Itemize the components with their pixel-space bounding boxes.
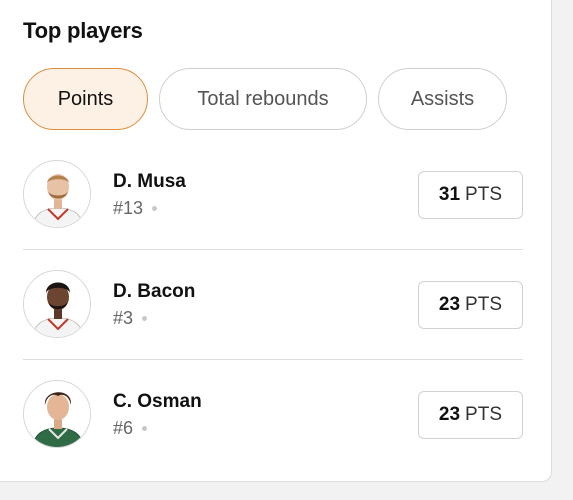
jersey-number: #13 bbox=[113, 198, 144, 218]
jersey-number: #6 bbox=[113, 418, 134, 438]
card-title: Top players bbox=[23, 18, 143, 43]
tab-points[interactable]: Points bbox=[23, 68, 148, 130]
player-number: #13 bbox=[113, 198, 158, 219]
player-number: #3 bbox=[113, 308, 148, 329]
player-avatar bbox=[23, 380, 91, 448]
stat-value: 31 bbox=[438, 184, 461, 205]
stat-unit: PTS bbox=[465, 294, 502, 315]
player-name: D. Bacon bbox=[113, 281, 196, 302]
player-avatar bbox=[23, 270, 91, 338]
stat-unit: PTS bbox=[465, 404, 502, 425]
player-name: C. Osman bbox=[113, 391, 202, 412]
player-row[interactable]: C. Osman #6 23 PTS bbox=[23, 360, 523, 470]
tab-assists[interactable]: Assists bbox=[378, 68, 507, 130]
separator-dot bbox=[142, 426, 148, 431]
stat-value: 23 bbox=[438, 294, 461, 315]
stat-badge: 23 PTS bbox=[417, 391, 523, 439]
jersey-number: #3 bbox=[113, 308, 134, 328]
stat-unit: PTS bbox=[465, 184, 502, 205]
player-name: D. Musa bbox=[113, 171, 186, 192]
player-avatar bbox=[23, 160, 91, 228]
separator-dot bbox=[152, 206, 158, 211]
stat-tabs: Points Total rebounds Assists bbox=[23, 68, 507, 130]
player-row[interactable]: D. Bacon #3 23 PTS bbox=[23, 250, 523, 360]
player-number: #6 bbox=[113, 418, 148, 439]
stat-value: 23 bbox=[438, 404, 461, 425]
player-row[interactable]: D. Musa #13 31 PTS bbox=[23, 140, 523, 250]
stat-badge: 31 PTS bbox=[417, 171, 523, 219]
stat-badge: 23 PTS bbox=[417, 281, 523, 329]
players-list: D. Musa #13 31 PTS D. Bacon #3 23 PTS C.… bbox=[23, 140, 523, 470]
separator-dot bbox=[142, 316, 148, 321]
tab-total-rebounds[interactable]: Total rebounds bbox=[159, 68, 367, 130]
top-players-card: Top players Points Total rebounds Assist… bbox=[0, 0, 552, 482]
